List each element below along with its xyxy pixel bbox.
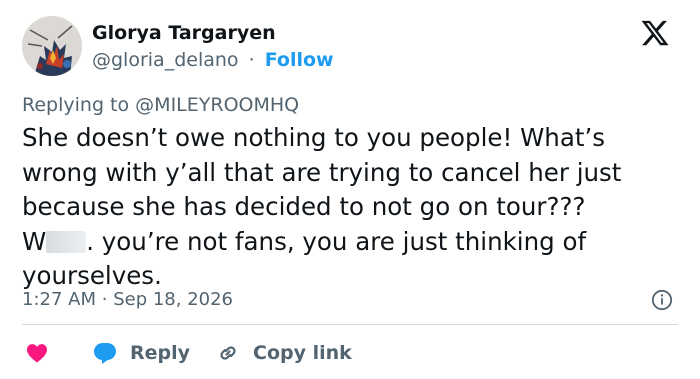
author-handle-row: @gloria_delano · Follow [92, 49, 334, 71]
follow-button[interactable]: Follow [265, 49, 334, 71]
avatar-image [22, 16, 82, 76]
tweet-card: Glorya Targaryen @gloria_delano · Follow… [0, 0, 700, 379]
author-handle[interactable]: @gloria_delano [92, 49, 239, 71]
speech-bubble-icon [94, 343, 116, 364]
copy-link-label: Copy link [253, 342, 352, 364]
tweet-line: because she has decided to not go on tou… [22, 192, 586, 221]
timestamp-date: Sep 18, 2026 [113, 289, 234, 310]
divider [22, 324, 678, 325]
censor-blur [46, 230, 87, 253]
tweet-fragment: W [22, 226, 47, 256]
tweet-timestamp[interactable]: 1:27 AM · Sep 18, 2026 [22, 289, 233, 310]
timestamp-separator: · [101, 289, 108, 310]
replying-prefix: Replying to [22, 94, 130, 116]
avatar[interactable] [22, 16, 82, 76]
replying-to: Replying to @MILEYROOMHQ [22, 94, 299, 116]
author-display-name[interactable]: Glorya Targaryen [92, 22, 276, 44]
tweet-fragment: . you’re not fans, you are just thinking… [86, 226, 587, 256]
tweet-line: wrong with y’all that are trying to canc… [22, 157, 622, 187]
tweet-line-censored: W . you’re not fans, you are just thinkin… [22, 225, 672, 260]
reply-button[interactable]: Reply [92, 340, 190, 366]
info-icon[interactable] [651, 289, 673, 311]
reply-mention-link[interactable]: @MILEYROOMHQ [135, 94, 299, 116]
heart-icon[interactable] [26, 343, 48, 363]
tweet-line: She doesn’t owe nothing to you people! W… [22, 123, 606, 152]
copy-link-button[interactable]: Copy link [216, 340, 352, 366]
handle-separator: · [248, 49, 255, 71]
tweet-text: She doesn’t owe nothing to you people! W… [22, 121, 672, 294]
x-logo-icon[interactable] [639, 18, 671, 48]
link-icon [220, 346, 236, 360]
reply-label: Reply [130, 342, 191, 364]
timestamp-time: 1:27 AM [22, 289, 96, 310]
